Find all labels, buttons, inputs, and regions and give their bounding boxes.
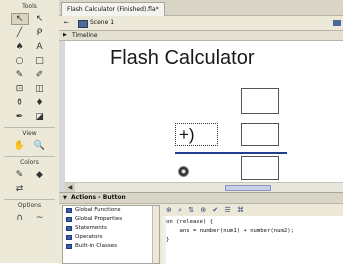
free-transform-tool-icon[interactable]: ⊡ [11, 83, 29, 95]
book-icon [66, 244, 72, 249]
fill-transform-tool-icon[interactable]: ◫ [31, 83, 49, 95]
color-tool-grid: ✎ ◆ ⇄ [0, 169, 59, 195]
actions-category-label: Global Properties [75, 216, 123, 222]
sum-line[interactable] [175, 152, 287, 154]
colors-section-label: Colors [4, 156, 55, 166]
expand-triangle-icon[interactable]: ▶ [63, 31, 67, 40]
document-area: Flash Calculator (Finished).fla* ← Scene… [59, 0, 343, 193]
actions-category-item[interactable]: Global Properties [63, 215, 159, 224]
pen-tool-icon[interactable]: ♠ [11, 41, 29, 53]
scroll-thumb[interactable] [225, 185, 271, 191]
collapse-triangle-icon[interactable]: ▼ [63, 193, 67, 203]
snap-magnet-icon[interactable]: ∩ [11, 212, 29, 224]
timeline-label: Timeline [72, 32, 98, 39]
code-line[interactable]: ans = number(num1) + number(num2); [166, 228, 294, 234]
swap-colors-icon[interactable]: ⇄ [11, 183, 29, 195]
stage[interactable]: Flash Calculator +) ◉ [65, 41, 343, 182]
actions-category-label: Built-in Classes [75, 243, 117, 249]
ink-bottle-tool-icon[interactable]: ⚱ [11, 97, 29, 109]
calculate-button-icon[interactable]: ◉ [178, 166, 189, 177]
back-arrow-icon[interactable]: ← [64, 16, 69, 30]
code-line[interactable]: } [166, 237, 169, 243]
document-tab[interactable]: Flash Calculator (Finished).fla* [61, 2, 165, 16]
actions-category-item[interactable]: Built-in Classes [63, 242, 159, 251]
code-line[interactable]: on (release) { [166, 219, 213, 225]
fill-color-icon[interactable]: ◆ [31, 169, 49, 181]
edit-scene-icon[interactable] [333, 20, 341, 26]
text-tool-icon[interactable]: A [31, 41, 49, 53]
actions-panel-title: Actions - Button [71, 194, 126, 201]
result-box[interactable] [241, 156, 279, 180]
stage-viewport: Flash Calculator +) ◉ ◀ [59, 41, 343, 193]
line-tool-icon[interactable]: ╱ [11, 27, 29, 39]
timeline-header[interactable]: ▶ Timeline [59, 31, 343, 41]
view-tool-grid: ✋ 🔍 [0, 140, 59, 152]
oval-tool-icon[interactable]: ○ [11, 55, 29, 67]
zoom-tool-icon[interactable]: 🔍 [31, 140, 49, 152]
stage-title-text[interactable]: Flash Calculator [110, 47, 255, 70]
rectangle-tool-icon[interactable]: □ [31, 55, 49, 67]
eraser-tool-icon[interactable]: ◪ [31, 111, 49, 123]
tool-grid: ↖ ↖ ╱ ᑭ ♠ A ○ □ ✎ ✐ ⊡ ◫ ⚱ ♦ ✒ ◪ [0, 13, 59, 123]
book-icon [66, 235, 72, 240]
arrow-tool-icon[interactable]: ↖ [10, 13, 29, 25]
options-section-label: Options [4, 199, 55, 209]
option-tool-grid: ∩ ~ [0, 212, 59, 224]
actions-panel-header[interactable]: ▼ Actions - Button [59, 193, 343, 204]
input-box-1[interactable] [241, 88, 279, 114]
pencil-tool-icon[interactable]: ✎ [11, 69, 29, 81]
stroke-color-icon[interactable]: ✎ [11, 169, 29, 181]
lasso-tool-icon[interactable]: ᑭ [31, 27, 49, 39]
tools-header: Tools [22, 3, 37, 10]
book-icon [66, 226, 72, 231]
paint-bucket-tool-icon[interactable]: ♦ [31, 97, 49, 109]
actions-toolbar[interactable]: ⊕ ⌕ ⇅ ⊕ ✔ ☰ ⌘ [162, 205, 343, 216]
scene-bar: ← Scene 1 [59, 16, 343, 31]
script-editor[interactable]: ⊕ ⌕ ⇅ ⊕ ✔ ☰ ⌘ on (release) { ans = numbe… [162, 205, 343, 264]
operator-text[interactable]: +) [175, 123, 218, 146]
book-icon [66, 217, 72, 222]
actions-category-label: Operators [75, 234, 103, 240]
actions-category-label: Statements [75, 225, 107, 231]
view-section-label: View [4, 127, 55, 137]
scene-label[interactable]: Scene 1 [90, 16, 114, 30]
tools-panel: Tools ↖ ↖ ╱ ᑭ ♠ A ○ □ ✎ ✐ ⊡ ◫ ⚱ ♦ ✒ ◪ View ✋ 🔍 Colors ✎ ◆… [0, 0, 60, 263]
actions-list-scrollbar[interactable] [152, 206, 159, 263]
hand-tool-icon[interactable]: ✋ [11, 140, 29, 152]
smooth-icon[interactable]: ~ [31, 212, 49, 224]
brush-tool-icon[interactable]: ✐ [31, 69, 49, 81]
actions-panel: ▼ Actions - Button Global Functions Globa… [59, 192, 343, 264]
actions-category-item[interactable]: Statements [63, 224, 159, 233]
scene-clapper-icon [78, 20, 88, 28]
document-tab-bar: Flash Calculator (Finished).fla* [59, 0, 343, 16]
actions-category-label: Global Functions [75, 207, 121, 213]
book-icon [66, 208, 72, 213]
actions-category-item[interactable]: Operators [63, 233, 159, 242]
subselect-tool-icon[interactable]: ↖ [31, 13, 49, 25]
eyedropper-tool-icon[interactable]: ✒ [11, 111, 29, 123]
actions-toolbox-list: Global Functions Global Properties Stateme… [62, 205, 160, 264]
flash-ide-window: Tools ↖ ↖ ╱ ᑭ ♠ A ○ □ ✎ ✐ ⊡ ◫ ⚱ ♦ ✒ ◪ View ✋ 🔍 Colors ✎ ◆… [0, 0, 343, 264]
actions-category-item[interactable]: Global Functions [63, 206, 159, 215]
input-box-2[interactable] [241, 123, 279, 146]
